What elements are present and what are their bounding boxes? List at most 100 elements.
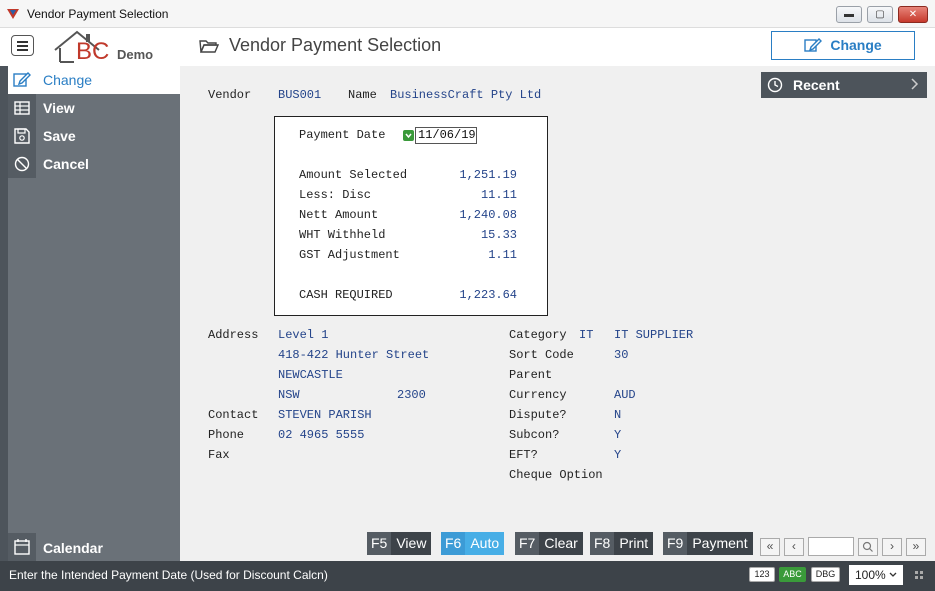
sidebar-item-view[interactable]: View [8, 94, 180, 122]
parent-label: Parent [509, 368, 553, 382]
less-disc-label: Less: Disc [299, 188, 372, 202]
address-postcode: 2300 [397, 388, 426, 402]
next-page-button[interactable]: › [882, 538, 902, 556]
address-city: NEWCASTLE [278, 368, 343, 382]
payment-summary-box: Payment Date 11/06/19 Amount Selected 1,… [274, 116, 548, 316]
page-number-input[interactable] [808, 537, 854, 556]
save-icon [14, 128, 30, 144]
sidebar-item-label: View [43, 100, 75, 116]
f6-auto-button[interactable]: F6 Auto [441, 532, 505, 555]
sidebar-item-label: Cancel [43, 156, 89, 172]
f9-payment-button[interactable]: F9 Payment [663, 532, 753, 555]
vendor-code-field[interactable]: BUS001 [278, 88, 321, 102]
sidebar-item-calendar[interactable]: Calendar [8, 533, 180, 561]
hamburger-menu-button[interactable] [11, 35, 34, 56]
address-line1: Level 1 [278, 328, 329, 342]
main-content: Recent Vendor BUS001 Name BusinessCraft … [180, 66, 935, 561]
contact-value: STEVEN PARISH [278, 408, 372, 422]
sidebar-item-change[interactable]: Change [8, 66, 180, 94]
cash-required-label: CASH REQUIRED [299, 288, 393, 302]
edit-icon [13, 72, 31, 87]
sidebar-item-cancel[interactable]: Cancel [8, 150, 180, 178]
capslock-badge: ABC [779, 567, 806, 582]
page-title-area: Vendor Payment Selection [199, 35, 441, 55]
fkey-code: F9 [663, 532, 688, 555]
nett-amount-label: Nett Amount [299, 208, 379, 222]
sort-code-value: 30 [614, 348, 629, 362]
f5-view-button[interactable]: F5 View [367, 532, 432, 555]
sidebar-item-label: Save [43, 128, 76, 144]
wht-withheld-value: 15.33 [480, 228, 517, 242]
calendar-label: Calendar [43, 540, 103, 556]
payment-date-input[interactable]: 11/06/19 [415, 127, 477, 144]
search-button[interactable] [858, 538, 878, 556]
close-button[interactable]: ✕ [898, 6, 928, 23]
recent-panel-button[interactable]: Recent [761, 72, 927, 98]
cheque-option-label: Cheque Option [509, 468, 603, 482]
cancel-icon [14, 156, 30, 172]
first-page-button[interactable]: « [760, 538, 780, 556]
address-label: Address [208, 328, 259, 342]
sort-code-label: Sort Code [509, 348, 574, 362]
chevron-down-icon [405, 133, 412, 139]
currency-value: AUD [614, 388, 636, 402]
address-line2: 418-422 Hunter Street [278, 348, 430, 362]
last-page-button[interactable]: » [906, 538, 926, 556]
fkey-label: View [391, 532, 432, 555]
debug-badge[interactable]: DBG [811, 567, 840, 582]
cash-required-value: 1,223.64 [459, 288, 517, 302]
sidebar-item-save[interactable]: Save [8, 122, 180, 150]
subcon-value: Y [614, 428, 622, 442]
date-picker-button[interactable] [403, 130, 414, 141]
maximize-button[interactable]: ▢ [867, 6, 893, 23]
address-state: NSW [278, 388, 300, 402]
category-code: IT [579, 328, 594, 342]
currency-label: Currency [509, 388, 567, 402]
less-disc-value: 11.11 [480, 188, 517, 202]
fkey-code: F7 [515, 532, 540, 555]
logo-demo-label: Demo [117, 47, 154, 62]
change-mode-label: Change [830, 37, 882, 53]
amount-selected-label: Amount Selected [299, 168, 408, 182]
table-icon [14, 101, 30, 115]
change-mode-button[interactable]: Change [771, 31, 915, 60]
nett-amount-value: 1,240.08 [459, 208, 517, 222]
sidebar: Change View Save Cancel Calendar [0, 66, 180, 561]
fkey-code: F8 [590, 532, 615, 555]
app-logo-icon [7, 9, 19, 19]
eft-value: Y [614, 448, 622, 462]
fkey-label: Payment [687, 532, 753, 555]
gst-adjustment-value: 1.11 [488, 248, 517, 262]
window-titlebar: Vendor Payment Selection ▬ ▢ ✕ [0, 0, 935, 28]
sidebar-item-label: Change [43, 72, 93, 88]
clock-icon [767, 77, 783, 93]
window-title: Vendor Payment Selection [27, 7, 169, 21]
minimize-button[interactable]: ▬ [836, 6, 862, 23]
app-header: BC Demo Vendor Payment Selection Change [0, 28, 935, 66]
status-bar: Enter the Intended Payment Date (Used fo… [0, 561, 935, 591]
zoom-value: 100% [855, 568, 886, 582]
f8-print-button[interactable]: F8 Print [590, 532, 654, 555]
vendor-label: Vendor [208, 88, 252, 102]
name-label: Name [348, 88, 377, 102]
wht-withheld-label: WHT Withheld [299, 228, 386, 242]
chevron-right-icon [911, 78, 919, 90]
contact-label: Contact [208, 408, 259, 422]
chevron-down-icon [889, 572, 897, 577]
grid-resize-icon [915, 571, 923, 579]
eft-label: EFT? [509, 448, 538, 462]
numlock-badge: 123 [749, 567, 775, 582]
dispute-label: Dispute? [509, 408, 567, 422]
subcon-label: Subcon? [509, 428, 560, 442]
prev-page-button[interactable]: ‹ [784, 538, 804, 556]
f7-clear-button[interactable]: F7 Clear [515, 532, 583, 555]
edit-icon [804, 38, 823, 52]
amount-selected-value: 1,251.19 [459, 168, 517, 182]
recent-label: Recent [793, 77, 840, 93]
category-description: IT SUPPLIER [614, 328, 694, 342]
vendor-name-value: BusinessCraft Pty Ltd [390, 88, 542, 102]
fkey-label: Print [614, 532, 654, 555]
page-title: Vendor Payment Selection [229, 35, 442, 55]
zoom-select[interactable]: 100% [849, 565, 903, 585]
calendar-icon [14, 539, 30, 555]
